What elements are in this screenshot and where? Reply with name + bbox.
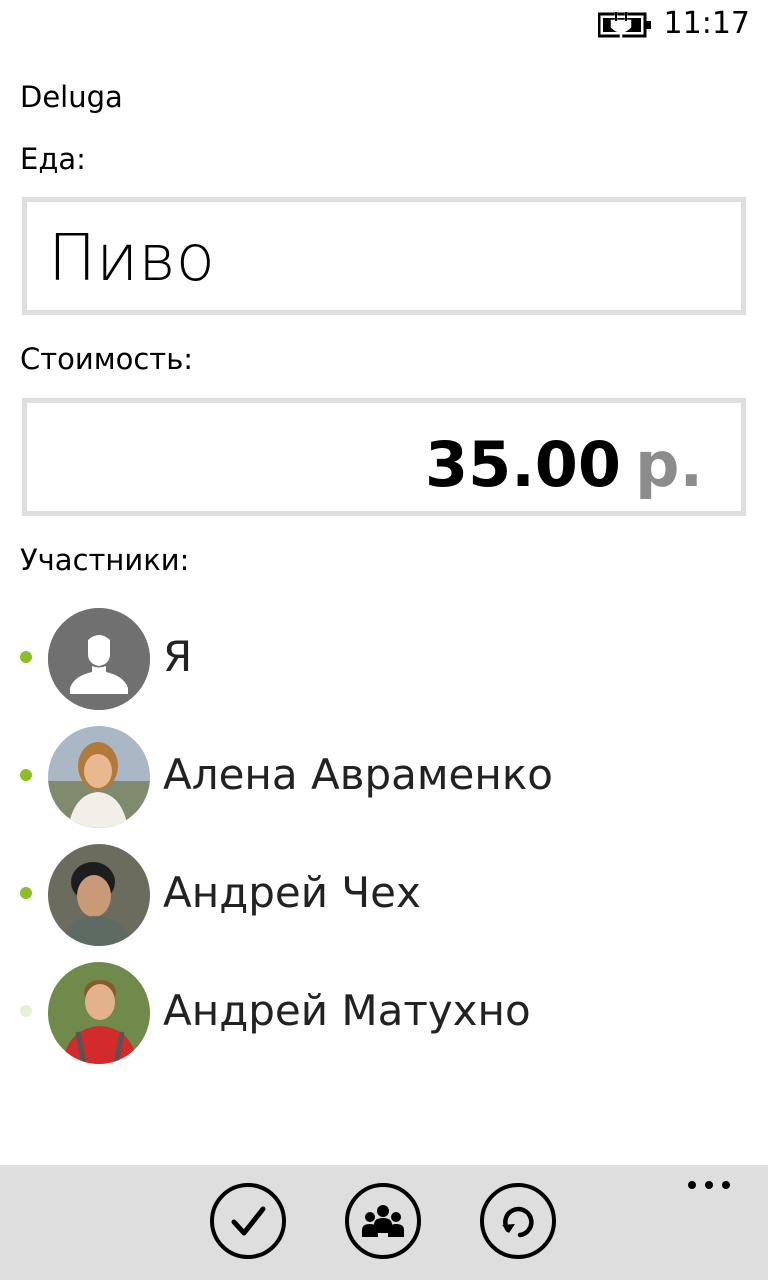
default-person-icon [48, 608, 150, 710]
avatar-photo [48, 962, 150, 1064]
check-icon [231, 1206, 266, 1236]
confirm-button[interactable] [210, 1183, 286, 1259]
selected-indicator [20, 769, 32, 781]
food-field[interactable]: Пиво [22, 197, 746, 315]
app-bar [0, 1165, 768, 1280]
app-title: Deluga [20, 80, 123, 114]
selected-indicator [20, 651, 32, 663]
cost-label: Стоимость: [20, 342, 194, 376]
participant-item[interactable]: Я [0, 604, 768, 714]
members-label: Участники: [20, 543, 190, 577]
participants-button[interactable] [345, 1183, 421, 1259]
cost-currency: р. [635, 428, 703, 501]
status-time: 11:17 [663, 6, 750, 41]
participant-item[interactable]: Алена Авраменко [0, 722, 768, 832]
avatar-photo [48, 844, 150, 946]
unselected-indicator [20, 1005, 32, 1017]
participant-item[interactable]: Андрей Матухно [0, 958, 768, 1068]
participant-name: Андрей Матухно [163, 986, 531, 1035]
refresh-button[interactable] [480, 1183, 556, 1259]
participant-name: Андрей Чех [163, 868, 421, 917]
group-icon [362, 1205, 404, 1237]
cost-field[interactable]: 35.00 р. [22, 398, 746, 516]
participant-item[interactable]: Андрей Чех [0, 840, 768, 950]
food-value: Пиво [48, 222, 215, 296]
avatar-photo [48, 726, 150, 828]
status-bar: 11:17 [0, 0, 768, 50]
selected-indicator [20, 887, 32, 899]
page: 11:17 Deluga Еда: Пиво Стоимость: 35.00 р… [0, 0, 768, 1280]
battery-charging-icon [598, 12, 651, 38]
cost-value: 35.00 р. [425, 428, 703, 501]
refresh-icon [502, 1206, 534, 1238]
participant-name: Я [163, 632, 193, 681]
cost-amount: 35.00 [424, 428, 622, 501]
food-label: Еда: [20, 142, 86, 176]
participant-name: Алена Авраменко [163, 750, 553, 799]
more-options-ellipsis-icon[interactable] [686, 1177, 732, 1193]
